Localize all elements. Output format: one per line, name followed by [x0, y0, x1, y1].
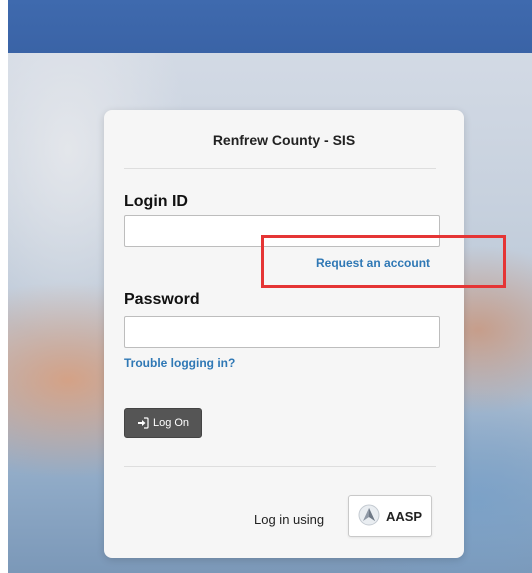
login-card: Renfrew County - SIS Login ID Request an…	[104, 110, 464, 558]
page-background: Renfrew County - SIS Login ID Request an…	[8, 0, 532, 573]
password-label: Password	[124, 291, 200, 308]
login-title: Renfrew County - SIS	[212, 132, 356, 148]
log-on-button[interactable]: Log On	[124, 408, 202, 438]
log-in-using-label: Log in using	[254, 512, 325, 527]
annotation-highlight-box	[261, 235, 506, 288]
top-header-bar	[8, 0, 532, 53]
title-divider	[124, 168, 436, 169]
bottom-divider	[124, 466, 436, 467]
log-on-label: Log On	[152, 417, 190, 429]
aasp-logo-icon	[358, 504, 380, 529]
aasp-login-button[interactable]: AASP	[348, 495, 432, 537]
sign-in-icon	[137, 417, 149, 429]
aasp-label: AASP	[385, 508, 423, 524]
trouble-logging-in-link[interactable]: Trouble logging in?	[124, 356, 235, 370]
login-id-label: Login ID	[124, 193, 188, 210]
password-input[interactable]	[124, 316, 440, 348]
